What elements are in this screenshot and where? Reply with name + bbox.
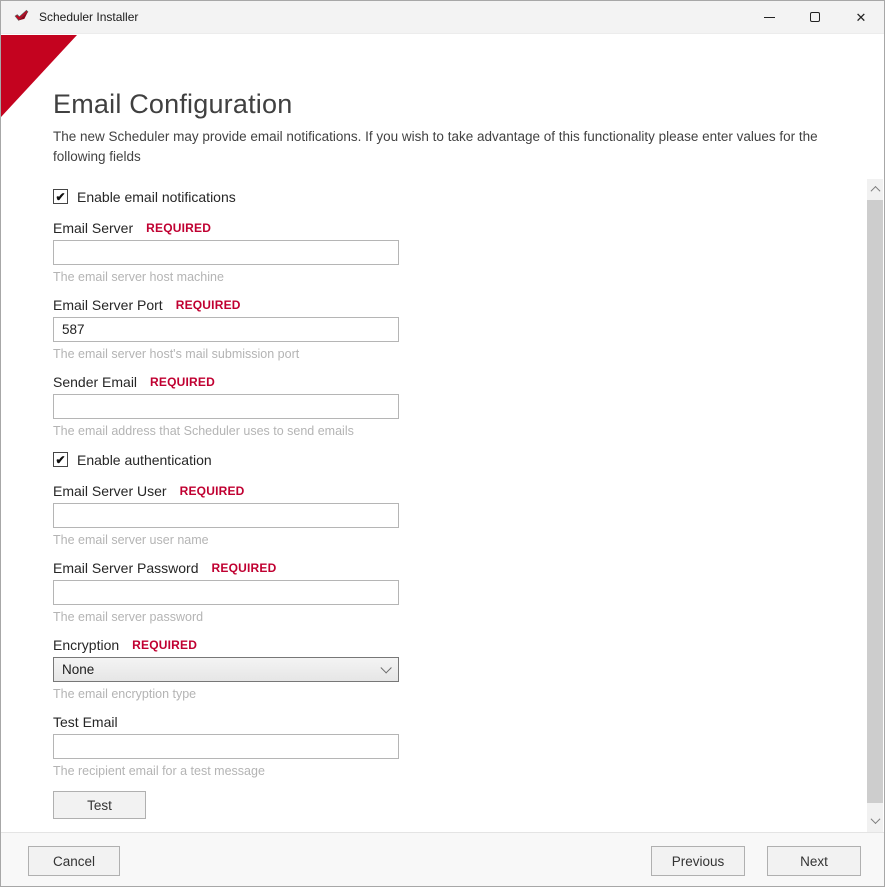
test-email-label: Test Email	[53, 713, 118, 730]
encryption-required-badge: REQUIRED	[132, 637, 198, 652]
email-server-password-group: Email Server Password REQUIRED The email…	[53, 558, 867, 625]
encryption-help: The email encryption type	[53, 687, 197, 701]
scroll-down-icon	[870, 813, 880, 824]
enable-authentication-label: Enable authentication	[77, 451, 212, 468]
form-content: ✔ Enable email notifications Email Serve…	[1, 179, 867, 819]
encryption-group: Encryption REQUIRED None The email encry…	[53, 635, 867, 702]
scroll-up-button[interactable]	[867, 179, 883, 200]
email-server-group: Email Server REQUIRED The email server h…	[53, 218, 867, 285]
vertical-scrollbar[interactable]	[867, 179, 883, 832]
test-button[interactable]: Test	[53, 791, 146, 819]
email-server-port-group: Email Server Port REQUIRED The email ser…	[53, 295, 867, 362]
close-icon: ✕	[855, 9, 867, 25]
test-email-help: The recipient email for a test message	[53, 764, 265, 778]
app-logo-icon	[14, 9, 29, 21]
sender-email-group: Sender Email REQUIRED The email address …	[53, 372, 867, 439]
email-server-help: The email server host machine	[53, 270, 224, 284]
minimize-button[interactable]	[746, 1, 792, 33]
email-server-port-help: The email server host's mail submission …	[53, 347, 300, 361]
installer-window: Scheduler Installer ✕ Email Configuratio…	[0, 0, 885, 887]
sender-email-help: The email address that Scheduler uses to…	[53, 424, 354, 438]
enable-email-notifications-checkbox-row: ✔ Enable email notifications	[53, 188, 867, 205]
scrollbar-thumb[interactable]	[867, 200, 883, 803]
email-server-user-label: Email Server User	[53, 482, 167, 499]
email-server-input[interactable]	[53, 240, 399, 265]
encryption-label: Encryption	[53, 636, 120, 653]
sender-email-label: Sender Email	[53, 373, 138, 390]
email-server-user-help: The email server user name	[53, 533, 209, 547]
close-button[interactable]: ✕	[838, 1, 884, 33]
chevron-down-icon	[380, 661, 392, 674]
enable-authentication-checkbox[interactable]: ✔	[53, 452, 68, 467]
email-server-password-label: Email Server Password	[53, 559, 199, 576]
enable-authentication-checkbox-row: ✔ Enable authentication	[53, 451, 867, 468]
next-button[interactable]: Next	[767, 846, 861, 876]
maximize-icon	[810, 12, 820, 22]
email-server-required-badge: REQUIRED	[146, 220, 212, 235]
minimize-icon	[763, 16, 775, 18]
enable-email-notifications-checkbox[interactable]: ✔	[53, 189, 68, 204]
test-email-input[interactable]	[53, 734, 399, 759]
page-title: Email Configuration	[53, 89, 293, 119]
email-server-user-required-badge: REQUIRED	[179, 483, 245, 498]
window-controls: ✕	[746, 1, 884, 33]
test-email-group: Test Email The recipient email for a tes…	[53, 712, 867, 779]
previous-button[interactable]: Previous	[651, 846, 745, 876]
email-server-password-help: The email server password	[53, 610, 204, 624]
scroll-up-icon	[870, 185, 880, 196]
email-server-port-input[interactable]	[53, 317, 399, 342]
window-title: Scheduler Installer	[39, 10, 139, 24]
sender-email-input[interactable]	[53, 394, 399, 419]
email-server-port-label: Email Server Port	[53, 296, 163, 313]
enable-email-notifications-label: Enable email notifications	[77, 188, 236, 205]
email-server-password-required-badge: REQUIRED	[211, 560, 277, 575]
email-server-user-group: Email Server User REQUIRED The email ser…	[53, 481, 867, 548]
maximize-button[interactable]	[792, 1, 838, 33]
scroll-down-button[interactable]	[867, 808, 883, 832]
email-server-label: Email Server	[53, 219, 134, 236]
encryption-selected-value: None	[62, 662, 95, 677]
sender-email-required-badge: REQUIRED	[150, 374, 215, 389]
email-server-user-input[interactable]	[53, 503, 399, 528]
encryption-select[interactable]: None	[53, 657, 399, 682]
email-server-password-input[interactable]	[53, 580, 399, 605]
titlebar: Scheduler Installer ✕	[1, 1, 884, 34]
cancel-button[interactable]: Cancel	[28, 846, 120, 876]
email-server-port-required-badge: REQUIRED	[175, 297, 241, 312]
form-scroll-area: ✔ Enable email notifications Email Serve…	[1, 179, 867, 832]
page-description: The new Scheduler may provide email noti…	[53, 129, 818, 164]
wizard-footer: Cancel Previous Next	[1, 832, 884, 886]
